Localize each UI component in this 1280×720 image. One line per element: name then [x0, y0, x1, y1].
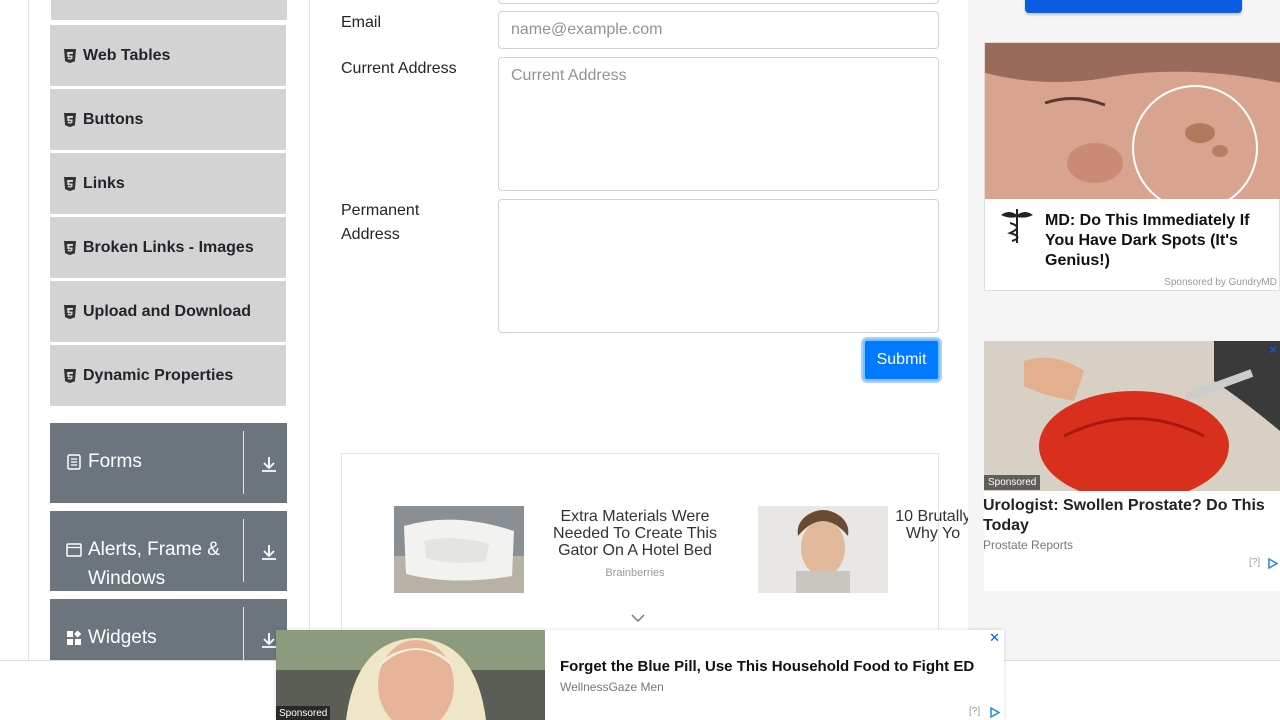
group-label: Forms	[88, 451, 142, 472]
sidebar-item-links[interactable]: Links	[50, 152, 286, 214]
html5-icon	[64, 368, 76, 383]
ad2-source: Prostate Reports	[983, 538, 1074, 552]
bottom-ad[interactable]: Sponsored Forget the Blue Pill, Use This…	[276, 630, 1004, 720]
ad-image-gator-bed[interactable]	[394, 506, 524, 593]
ad2-title[interactable]: Urologist: Swollen Prostate? Do This Tod…	[983, 496, 1273, 536]
sidebar-item-label: Web Tables	[83, 46, 171, 64]
email-placeholder: name@example.com	[511, 21, 663, 38]
html5-icon	[64, 240, 76, 255]
html5-icon	[64, 304, 76, 319]
sponsored-badge: Sponsored	[984, 475, 1041, 490]
bottom-ad-help[interactable]: [?]	[969, 706, 980, 717]
group-label: Widgets	[88, 627, 157, 648]
sidebar-item-dynamic-properties[interactable]: Dynamic Properties	[50, 344, 286, 406]
widgets-icon	[67, 630, 82, 645]
content-ad-title-2[interactable]: 10 Brutally Why Yo	[888, 508, 978, 542]
page: Web Tables Buttons Links Broken Links - …	[0, 0, 1280, 720]
html5-icon	[64, 176, 76, 191]
ad-image-face	[985, 43, 1280, 199]
email-field[interactable]: name@example.com	[498, 11, 939, 49]
sidebar-item-partial[interactable]	[51, 0, 287, 20]
window-icon	[66, 543, 82, 557]
html5-icon	[64, 112, 76, 127]
group-alerts-frame-windows[interactable]: Alerts, Frame & Windows	[50, 511, 287, 591]
sidebar-item-label: Upload and Download	[83, 302, 251, 320]
bottom-ad-title[interactable]: Forget the Blue Pill, Use This Household…	[560, 658, 974, 675]
caduceus-icon	[1001, 209, 1033, 243]
ad-dark-spots[interactable]: MD: Do This Immediately If You Have Dark…	[984, 42, 1280, 291]
group-widgets[interactable]: Widgets	[50, 599, 287, 660]
sidebar-item-label: Dynamic Properties	[83, 366, 234, 384]
sidebar-item-label: Broken Links - Images	[83, 238, 254, 256]
ad-image-tomato	[984, 341, 1280, 491]
ad-image-woman[interactable]	[758, 506, 888, 593]
group-label: Alerts, Frame &	[88, 539, 220, 560]
content-ad-source: Brainberries	[605, 567, 665, 579]
sidebar-item-buttons[interactable]: Buttons	[50, 88, 286, 150]
sponsored-badge: Sponsored	[276, 706, 331, 720]
name-field-partial[interactable]	[498, 0, 939, 4]
current-address-placeholder: Current Address	[511, 67, 627, 84]
permanent-address-textarea[interactable]	[498, 199, 939, 333]
ad-title[interactable]: MD: Do This Immediately If You Have Dark…	[1045, 211, 1275, 271]
close-icon[interactable]: ✕	[989, 630, 1000, 646]
adchoices-icon[interactable]	[988, 706, 1002, 719]
sidebar-item-broken-links[interactable]: Broken Links - Images	[50, 216, 286, 278]
sidebar-item-label: Links	[83, 174, 125, 192]
download-icon[interactable]	[260, 455, 278, 473]
group-forms[interactable]: Forms	[50, 423, 287, 503]
current-address-textarea[interactable]: Current Address	[498, 57, 939, 191]
ad2-help[interactable]: [?]	[1249, 557, 1260, 568]
document-icon	[67, 454, 81, 470]
sidebar-item-label: Buttons	[83, 110, 144, 128]
permanent-address-label: Permanent Address	[341, 202, 420, 243]
content-ad-title[interactable]: Extra Materials Were Needed To Create Th…	[538, 508, 732, 559]
chevron-down-icon[interactable]	[630, 612, 646, 624]
email-label: Email	[341, 14, 382, 31]
close-icon[interactable]: ✕	[1268, 343, 1278, 357]
sidebar-item-web-tables[interactable]: Web Tables	[50, 24, 286, 86]
submit-button[interactable]: Submit	[863, 339, 940, 381]
ad-cta-button-partial[interactable]	[1025, 0, 1242, 13]
html5-icon	[64, 48, 76, 63]
current-address-label: Current Address	[341, 60, 457, 77]
sidebar-item-upload-download[interactable]: Upload and Download	[50, 280, 286, 342]
ad-sponsor: Sponsored by GundryMD	[1164, 277, 1277, 288]
bottom-ad-source: WellnessGaze Men	[560, 680, 664, 694]
group-label-line2: Windows	[88, 568, 166, 589]
download-icon[interactable]	[260, 543, 278, 561]
adchoices-icon[interactable]	[1266, 557, 1280, 570]
ad-prostate[interactable]: Sponsored ✕	[984, 341, 1280, 591]
